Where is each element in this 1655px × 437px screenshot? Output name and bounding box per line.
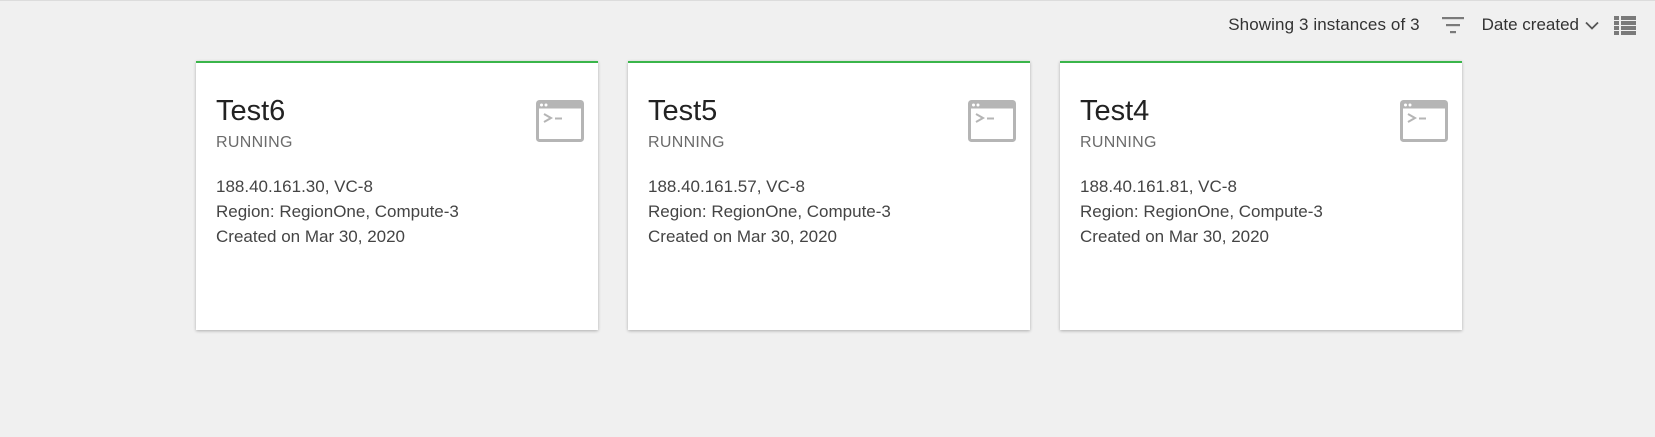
- terminal-icon: [968, 100, 1016, 142]
- terminal-icon: [1400, 100, 1448, 142]
- filter-icon[interactable]: [1440, 12, 1466, 38]
- instance-card[interactable]: Test6 RUNNING 188.40.161.30, VC-8 Region…: [196, 61, 598, 330]
- instance-status: RUNNING: [648, 134, 725, 151]
- instance-address: 188.40.161.30, VC-8: [216, 177, 373, 196]
- instance-created: Created on Mar 30, 2020: [648, 227, 838, 246]
- instance-status: RUNNING: [1080, 134, 1157, 151]
- instances-toolbar: Showing 3 instances of 3 Date created: [1228, 10, 1637, 40]
- sort-dropdown-label: Date created: [1481, 15, 1579, 34]
- top-divider: [0, 0, 1655, 1]
- instance-card[interactable]: Test5 RUNNING 188.40.161.57, VC-8 Region…: [628, 61, 1030, 330]
- instance-name[interactable]: Test4: [1080, 94, 1442, 128]
- instance-created: Created on Mar 30, 2020: [1080, 227, 1270, 246]
- instance-card-grid: Test6 RUNNING 188.40.161.30, VC-8 Region…: [196, 61, 1462, 330]
- instance-created: Created on Mar 30, 2020: [216, 227, 406, 246]
- instance-details: 188.40.161.81, VC-8 Region: RegionOne, C…: [1080, 174, 1442, 249]
- chevron-down-icon: [1585, 21, 1599, 30]
- instance-address: 188.40.161.81, VC-8: [1080, 177, 1237, 196]
- instance-name[interactable]: Test5: [648, 94, 1010, 128]
- instance-address: 188.40.161.57, VC-8: [648, 177, 805, 196]
- instance-name[interactable]: Test6: [216, 94, 578, 128]
- instance-details: 188.40.161.30, VC-8 Region: RegionOne, C…: [216, 174, 578, 249]
- instance-region: Region: RegionOne, Compute-3: [648, 202, 891, 221]
- instance-region: Region: RegionOne, Compute-3: [1080, 202, 1323, 221]
- instance-card[interactable]: Test4 RUNNING 188.40.161.81, VC-8 Region…: [1060, 61, 1462, 330]
- instance-count-text: Showing 3 instances of 3: [1228, 15, 1420, 34]
- instance-region: Region: RegionOne, Compute-3: [216, 202, 459, 221]
- terminal-icon: [536, 100, 584, 142]
- sort-dropdown[interactable]: Date created: [1482, 15, 1599, 35]
- list-view-icon[interactable]: [1613, 14, 1637, 36]
- instance-status: RUNNING: [216, 134, 293, 151]
- instance-details: 188.40.161.57, VC-8 Region: RegionOne, C…: [648, 174, 1010, 249]
